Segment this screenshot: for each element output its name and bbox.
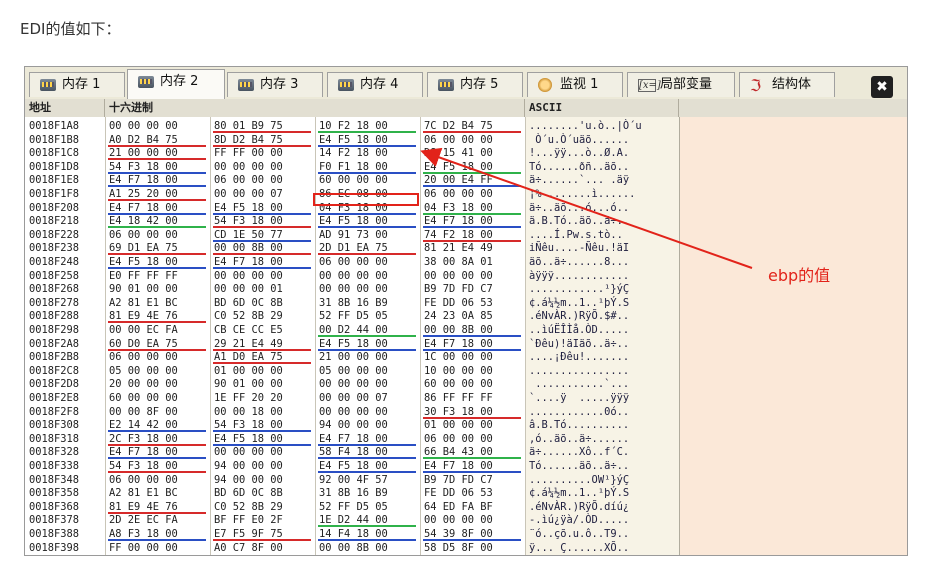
ebp-label: ebp的值: [768, 266, 831, 285]
arrow-line: [420, 147, 753, 269]
